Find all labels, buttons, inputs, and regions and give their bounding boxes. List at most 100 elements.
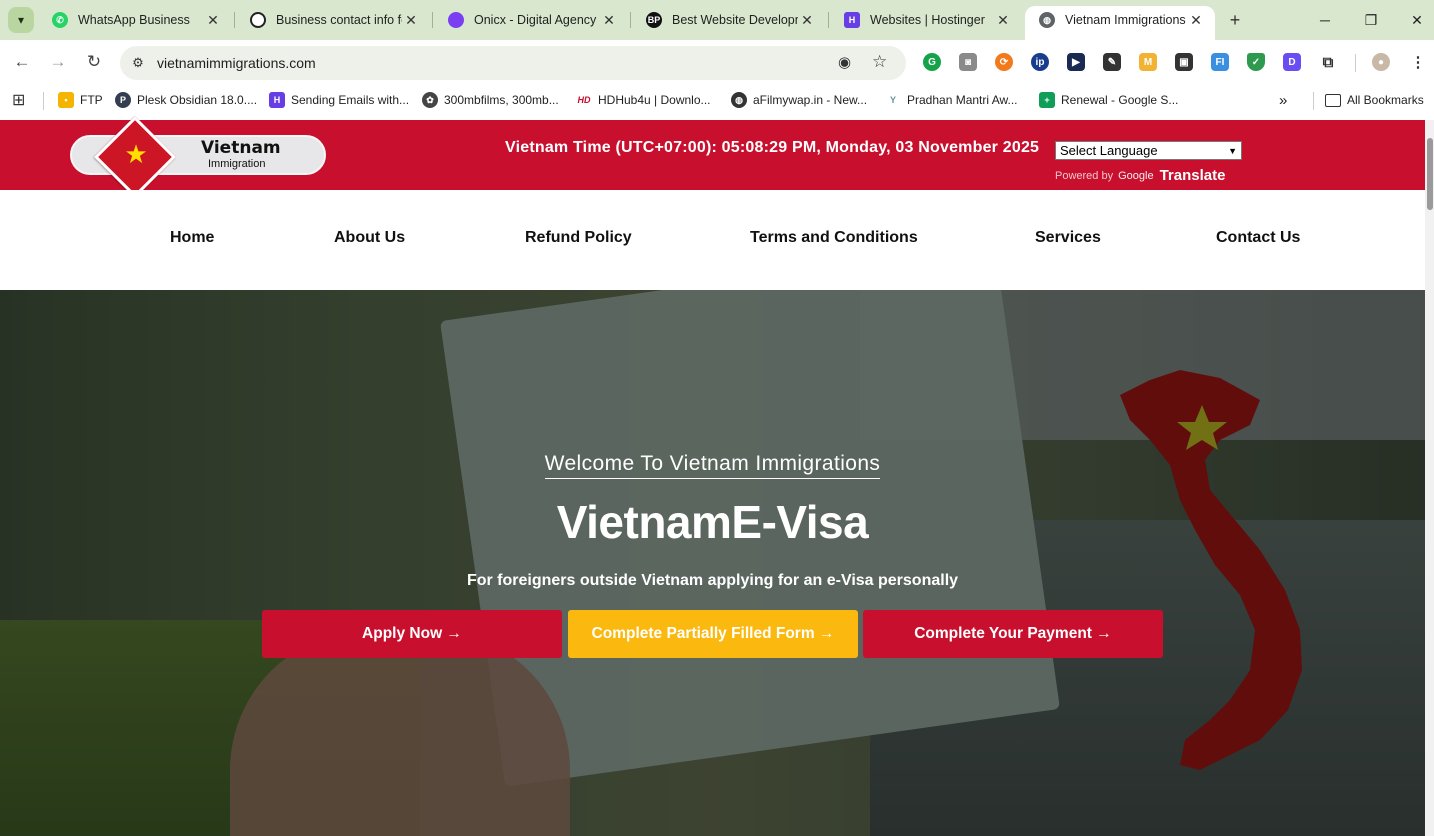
apply-now-button[interactable]: Apply Now →	[262, 610, 562, 658]
m-extension-icon[interactable]: M	[1139, 53, 1157, 71]
tab-whatsapp[interactable]: ✆ WhatsApp Business ✕	[38, 6, 232, 34]
profile-avatar[interactable]: ●	[1372, 53, 1390, 71]
browser-toolbar: ← → ↻ ⚙ vietnamimmigrations.com ◉ ☆ G ◙ …	[0, 40, 1434, 84]
color-picker-icon[interactable]: ✎	[1103, 53, 1121, 71]
new-tab-button[interactable]: +	[1224, 9, 1246, 31]
close-tab-icon[interactable]: ✕	[204, 12, 222, 29]
star-icon: ★	[124, 139, 148, 169]
reload-button[interactable]: ↻	[82, 50, 106, 74]
close-tab-icon[interactable]: ✕	[994, 12, 1012, 29]
site-top-bar: ★ Vietnam Immigration Vietnam Time (UTC+…	[0, 115, 1425, 199]
nav-refund-policy[interactable]: Refund Policy	[525, 229, 632, 247]
nav-about-us[interactable]: About Us	[334, 229, 405, 247]
close-icon: ✕	[1411, 12, 1423, 28]
image-icon[interactable]: ▣	[1175, 53, 1193, 71]
close-window-button[interactable]: ✕	[1402, 8, 1432, 32]
hero-subline: For foreigners outside Vietnam applying …	[466, 572, 959, 589]
bookmark-afilmywap[interactable]: ◍ aFilmywap.in - New...	[731, 91, 867, 109]
minimize-button[interactable]: ─	[1310, 8, 1340, 32]
welcome-heading: Welcome To Vietnam Immigrations	[0, 452, 1425, 479]
globe-icon: ◍	[1039, 12, 1055, 28]
tab-best-website[interactable]: BP Best Website Developm ✕	[632, 6, 826, 34]
folder-ftp-icon: ▪	[58, 92, 74, 108]
more-menu-icon[interactable]: ⋮	[1409, 53, 1427, 71]
pmay-icon: Y	[885, 92, 901, 108]
eye-off-icon[interactable]: ◉	[838, 53, 851, 71]
minimize-icon: ─	[1320, 12, 1330, 28]
bp-icon: BP	[646, 12, 662, 28]
bookmark-hdhub4u[interactable]: HD HDHub4u | Downlo...	[576, 91, 711, 109]
extensions-puzzle-icon[interactable]: ⧉	[1319, 53, 1337, 71]
hostinger-icon: H	[844, 12, 860, 28]
restore-button[interactable]: ❐	[1356, 8, 1386, 32]
bookmark-plesk[interactable]: P Plesk Obsidian 18.0....	[115, 91, 257, 109]
logo-title: Vietnam	[201, 138, 281, 158]
bookmark-ftp[interactable]: ▪ FTP	[58, 91, 103, 109]
language-select[interactable]: Select Language ▼	[1055, 141, 1242, 160]
bookmark-sending-emails[interactable]: H Sending Emails with...	[269, 91, 409, 109]
logo-subtitle: Immigration	[208, 158, 266, 170]
fi-extension-icon[interactable]: FI	[1211, 53, 1229, 71]
plus-icon: +	[1229, 10, 1241, 30]
shield-icon[interactable]: ✓	[1247, 53, 1265, 71]
plesk-icon: P	[115, 92, 131, 108]
hostinger-icon: H	[269, 92, 285, 108]
grammarly-icon[interactable]: G	[923, 53, 941, 71]
tab-business-contact[interactable]: Business contact info fo ✕	[236, 6, 430, 34]
bookmark-pradhan-mantri[interactable]: Y Pradhan Mantri Aw...	[885, 91, 1018, 109]
close-tab-icon[interactable]: ✕	[1187, 12, 1205, 29]
camera-icon[interactable]: ◙	[959, 53, 977, 71]
close-tab-icon[interactable]: ✕	[402, 12, 420, 29]
complete-partially-filled-form-button[interactable]: Complete Partially Filled Form →	[568, 610, 858, 658]
tab-hostinger[interactable]: H Websites | Hostinger ✕	[830, 6, 1022, 34]
tab-search-button[interactable]: ▾	[8, 7, 34, 33]
nav-services[interactable]: Services	[1035, 229, 1101, 247]
hd-icon: HD	[576, 92, 592, 108]
whatsapp-icon: ✆	[52, 12, 68, 28]
ip-icon[interactable]: ip	[1031, 53, 1049, 71]
folder-icon	[1325, 93, 1341, 107]
tab-divider	[234, 12, 235, 28]
scrollbar-thumb[interactable]	[1427, 138, 1433, 210]
webpage: ★ Vietnam Immigration Vietnam Time (UTC+…	[0, 115, 1434, 836]
vietnam-time: Vietnam Time (UTC+07:00): 05:08:29 PM, M…	[505, 139, 1040, 156]
restore-icon: ❐	[1364, 12, 1378, 28]
reload-icon: ↻	[86, 52, 102, 71]
page-scrollbar[interactable]	[1425, 120, 1434, 836]
arrow-right-icon: →	[49, 52, 67, 71]
forward-button[interactable]: →	[46, 50, 70, 74]
site-settings-icon[interactable]: ⚙	[128, 53, 148, 73]
close-tab-icon[interactable]: ✕	[798, 12, 816, 29]
onicx-icon	[448, 12, 464, 28]
address-bar[interactable]: ⚙ vietnamimmigrations.com ◉ ☆	[120, 46, 906, 80]
translate-link[interactable]: Translate	[1160, 167, 1226, 184]
bookmark-star-icon[interactable]: ☆	[872, 52, 887, 72]
site-logo[interactable]: ★ Vietnam Immigration	[70, 115, 328, 199]
tab-divider	[432, 12, 433, 28]
sheets-icon: +	[1039, 92, 1055, 108]
globe-icon: ◍	[731, 92, 747, 108]
bookmark-300mbfilms[interactable]: ✿ 300mbfilms, 300mb...	[422, 91, 559, 109]
toolbar-divider	[1355, 54, 1356, 72]
close-tab-icon[interactable]: ✕	[600, 12, 618, 29]
tab-onicx[interactable]: Onicx - Digital Agency I ✕	[434, 6, 628, 34]
video-icon[interactable]: ▶	[1067, 53, 1085, 71]
d-extension-icon[interactable]: D	[1283, 53, 1301, 71]
chevron-down-icon: ▼	[1228, 145, 1237, 156]
complete-your-payment-button[interactable]: Complete Your Payment →	[863, 610, 1163, 658]
chevron-down-icon: ▾	[17, 13, 25, 27]
bookmarks-bar: ⊞ ▪ FTP P Plesk Obsidian 18.0.... H Send…	[0, 84, 1434, 116]
bookmark-renewal[interactable]: + Renewal - Google S...	[1039, 91, 1178, 109]
tab-divider	[828, 12, 829, 28]
more-bookmarks-icon[interactable]: »	[1279, 91, 1287, 109]
nav-home[interactable]: Home	[170, 229, 214, 247]
extension-orange-icon[interactable]: ⟳	[995, 53, 1013, 71]
url-text[interactable]: vietnamimmigrations.com	[157, 55, 316, 71]
back-button[interactable]: ←	[10, 50, 34, 74]
nav-contact-us[interactable]: Contact Us	[1216, 229, 1300, 247]
main-navigation: Home About Us Refund Policy Terms and Co…	[0, 190, 1425, 290]
nav-terms-and-conditions[interactable]: Terms and Conditions	[750, 229, 918, 247]
tab-vietnam-immigrations[interactable]: ◍ Vietnam Immigrations ✕	[1025, 6, 1215, 40]
all-bookmarks-folder[interactable]: All Bookmarks	[1325, 91, 1424, 109]
apps-grid-icon[interactable]: ⊞	[12, 91, 25, 109]
